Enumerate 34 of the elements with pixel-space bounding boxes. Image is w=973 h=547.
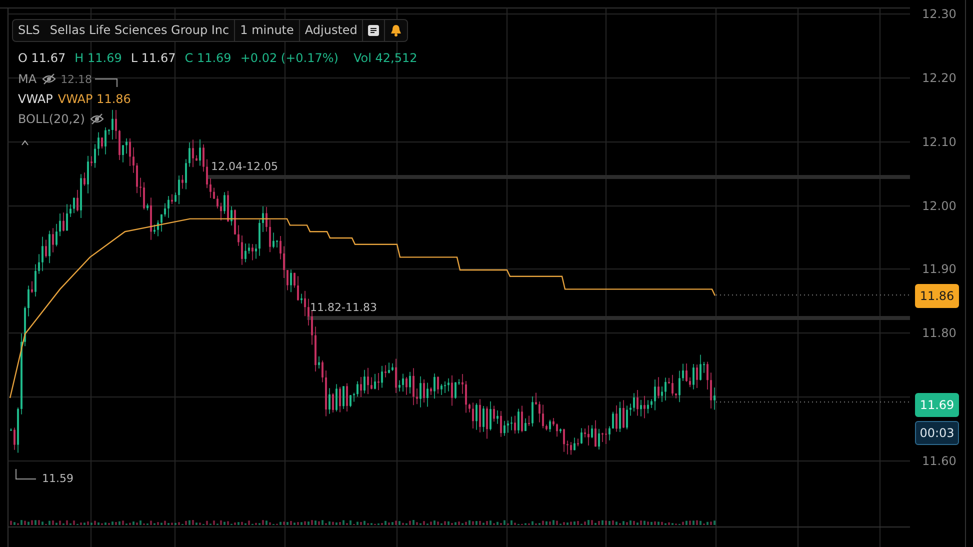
quote-value: C 11.69 <box>184 51 232 65</box>
note-icon <box>368 25 380 36</box>
price-zone-label: 12.04-12.05 <box>211 160 278 173</box>
low-price-marker: 11.59 <box>42 472 74 485</box>
volume-value: Vol 42,512 <box>353 51 418 65</box>
indicator-name[interactable]: VWAP <box>18 92 53 106</box>
countdown-tag: 00:03 <box>915 421 959 445</box>
axis-tick-label: 11.60 <box>922 454 956 468</box>
quote-value: L 11.67 <box>130 51 176 65</box>
eye-off-icon[interactable] <box>42 73 56 85</box>
price-tag: 11.86 <box>915 284 959 308</box>
indicator-name[interactable]: BOLL(20,2) <box>18 112 85 126</box>
axis-tick-label: 11.90 <box>922 262 956 276</box>
indicator-value: 12.18 <box>60 72 92 86</box>
quote-value: O 11.67 <box>18 51 66 65</box>
leader-line <box>94 78 118 88</box>
price-zone-label: 11.82-11.83 <box>310 301 377 314</box>
axis-tick-label: 12.00 <box>922 199 956 213</box>
adjustment-selector[interactable]: Adjusted <box>298 20 362 41</box>
interval-selector[interactable]: 1 minute <box>234 20 299 41</box>
company-name: Sellas Life Sciences Group Inc <box>48 22 230 39</box>
axis-tick-label: 12.30 <box>922 7 956 21</box>
price-change: +0.02 (+0.17%) <box>240 51 338 65</box>
eye-off-icon[interactable] <box>90 113 104 125</box>
quote-value: H 11.69 <box>74 51 122 65</box>
indicator-value: VWAP 11.86 <box>58 92 131 106</box>
axis-tick-label: 11.80 <box>922 326 956 340</box>
axis-tick-label: 12.20 <box>922 71 956 85</box>
indicator-name[interactable]: MA <box>18 72 37 86</box>
symbol-label[interactable]: SLS <box>13 20 45 41</box>
collapse-caret-icon[interactable] <box>22 140 28 146</box>
bell-icon <box>390 24 402 37</box>
axis-tick-label: 12.10 <box>922 135 956 149</box>
price-tag: 11.69 <box>915 393 959 417</box>
